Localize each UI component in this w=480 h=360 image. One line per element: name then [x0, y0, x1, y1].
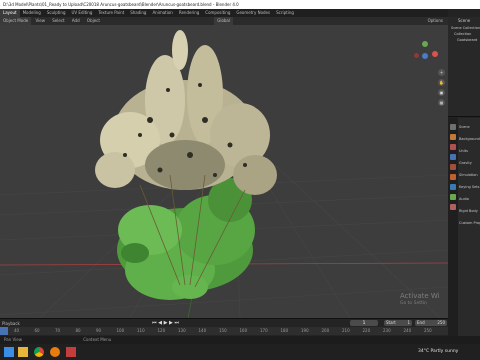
ruler-tick-label: 120	[157, 328, 166, 333]
app-icon[interactable]	[66, 347, 76, 357]
outliner-header: Scene	[458, 18, 471, 23]
options-menu[interactable]: Options	[425, 17, 446, 25]
play-icon[interactable]: ▶	[164, 320, 168, 326]
status-left: Pan View	[4, 337, 22, 342]
ruler-tick-label: 160	[239, 328, 248, 333]
workspace-tab-shading[interactable]: Shading	[127, 9, 149, 17]
mode-dropdown[interactable]: Object Mode	[0, 17, 32, 25]
properties-panel-rigid-body[interactable]: Rigid Body	[459, 208, 480, 215]
navigation-gizmo[interactable]	[410, 41, 440, 71]
ruler-tick-label: 110	[137, 328, 145, 333]
gizmo-x-axis-icon[interactable]	[432, 51, 438, 57]
properties-panel-simulation[interactable]: Simulation	[459, 172, 480, 179]
view-menu[interactable]: View	[32, 17, 48, 25]
camera-icon[interactable]: ▣	[438, 89, 445, 96]
workspace-tab-texture-paint[interactable]: Texture Paint	[95, 9, 127, 17]
gizmo-y-axis-icon[interactable]	[422, 41, 428, 47]
properties-rows: Scene Background Units Gravity Simulation Key…	[448, 118, 480, 344]
properties-panel-gravity[interactable]: Gravity	[459, 160, 480, 167]
end-frame-field[interactable]: End 250	[415, 320, 447, 326]
ruler-tick-label: 230	[383, 328, 391, 333]
plant-green-foliage	[117, 178, 255, 300]
activate-windows-watermark: Activate Wi Go to Settin	[400, 292, 448, 308]
properties-panel-background[interactable]: Background	[459, 136, 480, 143]
playback-controls: ⏮ ◀ ▶ ▶ ⏭	[152, 320, 179, 327]
ruler-tick-label: 130	[178, 328, 186, 333]
ruler-tick-label: 220	[362, 328, 371, 333]
ruler-tick-label: 210	[342, 328, 350, 333]
workspace-tab-sculpting[interactable]: Sculpting	[44, 9, 69, 17]
ruler-tick-label: 180	[280, 328, 289, 333]
start-label: Start	[386, 320, 396, 325]
chrome-icon[interactable]	[34, 347, 44, 357]
workspace-tab-uv-editing[interactable]: UV Editing	[69, 9, 96, 17]
file-explorer-icon[interactable]	[18, 347, 28, 357]
outliner-item[interactable]: Goatsbeard	[448, 37, 480, 43]
ruler-tick-label: 60	[34, 328, 40, 333]
viewport-header: Object Mode View Select Add Object Globa…	[0, 17, 448, 25]
ruler-tick-label: 150	[219, 328, 227, 333]
window-title-bar: D:\3d Model\Plants\01_Ready to Upload\C2…	[0, 0, 480, 9]
window-title: D:\3d Model\Plants\01_Ready to Upload\C2…	[3, 2, 239, 7]
gizmo-neg-x-icon[interactable]	[414, 53, 419, 58]
properties-panel-scene[interactable]: Scene	[459, 124, 480, 131]
workspace-tab-rendering[interactable]: Rendering	[176, 9, 202, 17]
ruler-tick-label: 90	[96, 328, 102, 333]
end-value: 250	[437, 320, 445, 325]
end-label: End	[417, 320, 425, 325]
frame-ruler[interactable]: 40 60 70 80 90 100 110 120 130 140 150 160 170 180 190…	[0, 327, 448, 335]
start-icon[interactable]	[4, 347, 14, 357]
grid-perspective-icon[interactable]: ▦	[438, 99, 445, 106]
outliner-items: Scene Collection Collection Goatsbeard	[448, 25, 480, 43]
watermark-line-1: Activate Wi	[400, 292, 440, 300]
pan-hand-icon[interactable]: ✋	[438, 79, 445, 86]
ruler-tick-label: 40	[14, 328, 20, 333]
workspace-tab-animation[interactable]: Animation	[149, 9, 175, 17]
playhead-marker[interactable]	[0, 327, 8, 335]
properties-panel-keying-sets[interactable]: Keying Sets	[459, 184, 480, 191]
start-frame-field[interactable]: Start 1	[384, 320, 412, 326]
playback-menu[interactable]: Playback	[2, 321, 20, 326]
3d-viewport[interactable]: + ✋ ▣ ▦ Activate Wi Go to Settin	[0, 25, 448, 318]
add-menu[interactable]: Add	[69, 17, 83, 25]
plant-flower-plumes	[95, 30, 277, 195]
workspace-tab-scripting[interactable]: Scripting	[273, 9, 297, 17]
viewport-scene	[0, 30, 448, 318]
jump-end-icon[interactable]: ⏭	[174, 320, 179, 326]
next-key-icon[interactable]: ▶	[169, 320, 173, 326]
object-menu[interactable]: Object	[84, 17, 103, 25]
workspace-tabs: Layout Modeling Sculpting UV Editing Texture…	[0, 9, 480, 17]
ruler-tick-label: 70	[55, 328, 61, 333]
ruler-tick-label: 250	[424, 328, 432, 333]
properties-panel-units[interactable]: Units	[459, 148, 480, 155]
status-bar: Pan View Context Menu	[0, 336, 480, 344]
gizmo-z-axis-icon[interactable]	[422, 53, 428, 59]
properties-panel-custom-props[interactable]: Custom Props	[459, 220, 480, 227]
ruler-tick-label: 240	[403, 328, 412, 333]
ruler-tick-label: 100	[116, 328, 125, 333]
zoom-icon[interactable]: +	[438, 69, 445, 76]
status-right: Context Menu	[83, 337, 112, 342]
ruler-tick-label: 200	[321, 328, 330, 333]
watermark-line-2: Go to Settin	[400, 301, 427, 306]
weather-widget[interactable]: 34°C Partly sunny	[418, 348, 458, 356]
ruler-tick-label: 140	[198, 328, 207, 333]
ruler-tick-label: 170	[260, 328, 268, 333]
properties-panel-audio[interactable]: Audio	[459, 196, 480, 203]
windows-taskbar: 34°C Partly sunny	[0, 344, 480, 360]
jump-start-icon[interactable]: ⏮	[152, 320, 157, 326]
ruler-tick-label: 80	[75, 328, 81, 333]
start-value: 1	[407, 320, 410, 325]
workspace-tab-geometry-nodes[interactable]: Geometry Nodes	[233, 9, 273, 17]
transform-orientation-dropdown[interactable]: Global	[214, 17, 233, 25]
workspace-tab-compositing[interactable]: Compositing	[202, 9, 233, 17]
workspace-tab-layout[interactable]: Layout	[0, 9, 20, 17]
select-menu[interactable]: Select	[49, 17, 67, 25]
blender-icon[interactable]	[50, 347, 60, 357]
prev-key-icon[interactable]: ◀	[158, 320, 162, 326]
workspace-tab-modeling[interactable]: Modeling	[20, 9, 44, 17]
current-frame-field[interactable]: 1	[350, 320, 378, 326]
outliner[interactable]: Scene Scene Collection Collection Goatsbea…	[448, 17, 480, 117]
ruler-tick-label: 190	[301, 328, 309, 333]
